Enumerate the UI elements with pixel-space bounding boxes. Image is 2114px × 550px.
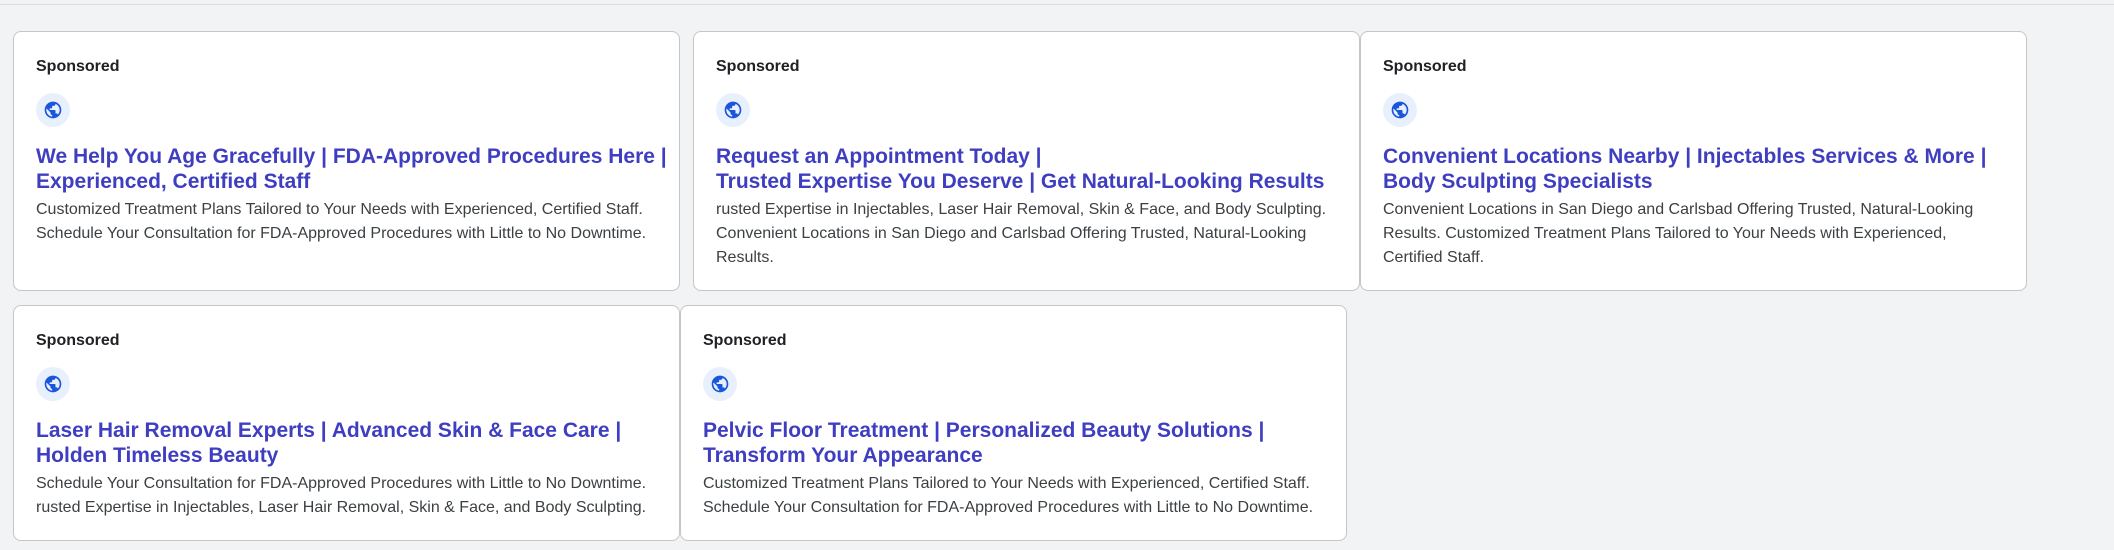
ad-description-line: Certified Staff. bbox=[1383, 249, 1485, 266]
globe-icon[interactable] bbox=[703, 367, 737, 401]
ad-description-line: Convenient Locations in San Diego and Ca… bbox=[1383, 201, 1974, 218]
ad-description-line: Customized Treatment Plans Tailored to Y… bbox=[36, 201, 643, 218]
globe-icon[interactable] bbox=[36, 367, 70, 401]
sponsored-ad-card[interactable]: Sponsored Pelvic Floor Treatment | Perso… bbox=[680, 305, 1347, 541]
sponsored-ad-card[interactable]: Sponsored Request an Appointment Today |… bbox=[693, 31, 1360, 291]
ad-description-line: Schedule Your Consultation for FDA-Appro… bbox=[36, 475, 647, 492]
ad-description: Customized Treatment Plans Tailored to Y… bbox=[36, 198, 657, 246]
ad-title-line: We Help You Age Gracefully | FDA-Approve… bbox=[36, 145, 667, 168]
ad-description: rusted Expertise in Injectables, Laser H… bbox=[716, 198, 1337, 270]
ad-description-line: Results. Customized Treatment Plans Tail… bbox=[1383, 225, 1947, 242]
ad-description-line: Convenient Locations in San Diego and Ca… bbox=[716, 225, 1307, 242]
ad-title-link[interactable]: We Help You Age Gracefully | FDA-Approve… bbox=[36, 144, 667, 194]
ad-title-line: Holden Timeless Beauty bbox=[36, 444, 279, 467]
ad-title-link[interactable]: Request an Appointment Today | Trusted E… bbox=[716, 144, 1337, 194]
ad-title-line: Convenient Locations Nearby | Injectable… bbox=[1383, 145, 1987, 168]
sponsored-label: Sponsored bbox=[1383, 58, 1467, 75]
ad-description-line: rusted Expertise in Injectables, Laser H… bbox=[36, 499, 647, 516]
ad-description-line: Results. bbox=[716, 249, 774, 266]
top-divider bbox=[0, 4, 2114, 5]
ad-title-line: Body Sculpting Specialists bbox=[1383, 170, 1653, 193]
globe-icon[interactable] bbox=[1383, 93, 1417, 127]
ad-description: Customized Treatment Plans Tailored to Y… bbox=[703, 472, 1324, 520]
ad-description-line: Schedule Your Consultation for FDA-Appro… bbox=[36, 225, 647, 242]
ad-title-line: Pelvic Floor Treatment | Personalized Be… bbox=[703, 419, 1265, 442]
sponsored-label: Sponsored bbox=[36, 58, 120, 75]
ad-description: Convenient Locations in San Diego and Ca… bbox=[1383, 198, 2004, 270]
globe-icon[interactable] bbox=[716, 93, 750, 127]
ad-title-line: Trusted Expertise You Deserve | Get Natu… bbox=[716, 170, 1325, 193]
ad-title-link[interactable]: Pelvic Floor Treatment | Personalized Be… bbox=[703, 418, 1324, 468]
ad-title-link[interactable]: Laser Hair Removal Experts | Advanced Sk… bbox=[36, 418, 657, 468]
sponsored-ad-card[interactable]: Sponsored We Help You Age Gracefully | F… bbox=[13, 31, 680, 291]
sponsored-label: Sponsored bbox=[36, 332, 120, 349]
ad-description-line: Schedule Your Consultation for FDA-Appro… bbox=[703, 499, 1314, 516]
sponsored-ad-card[interactable]: Sponsored Laser Hair Removal Experts | A… bbox=[13, 305, 680, 541]
ad-title-line: Experienced, Certified Staff bbox=[36, 170, 311, 193]
sponsored-label: Sponsored bbox=[703, 332, 787, 349]
globe-icon[interactable] bbox=[36, 93, 70, 127]
ad-title-line: Laser Hair Removal Experts | Advanced Sk… bbox=[36, 419, 622, 442]
ad-title-link[interactable]: Convenient Locations Nearby | Injectable… bbox=[1383, 144, 2004, 194]
ad-title-line: Transform Your Appearance bbox=[703, 444, 983, 467]
ad-description: Schedule Your Consultation for FDA-Appro… bbox=[36, 472, 657, 520]
sponsored-ad-card[interactable]: Sponsored Convenient Locations Nearby | … bbox=[1360, 31, 2027, 291]
ad-description-line: rusted Expertise in Injectables, Laser H… bbox=[716, 201, 1327, 218]
ad-title-line: Request an Appointment Today | bbox=[716, 145, 1042, 168]
ad-description-line: Customized Treatment Plans Tailored to Y… bbox=[703, 475, 1310, 492]
sponsored-label: Sponsored bbox=[716, 58, 800, 75]
